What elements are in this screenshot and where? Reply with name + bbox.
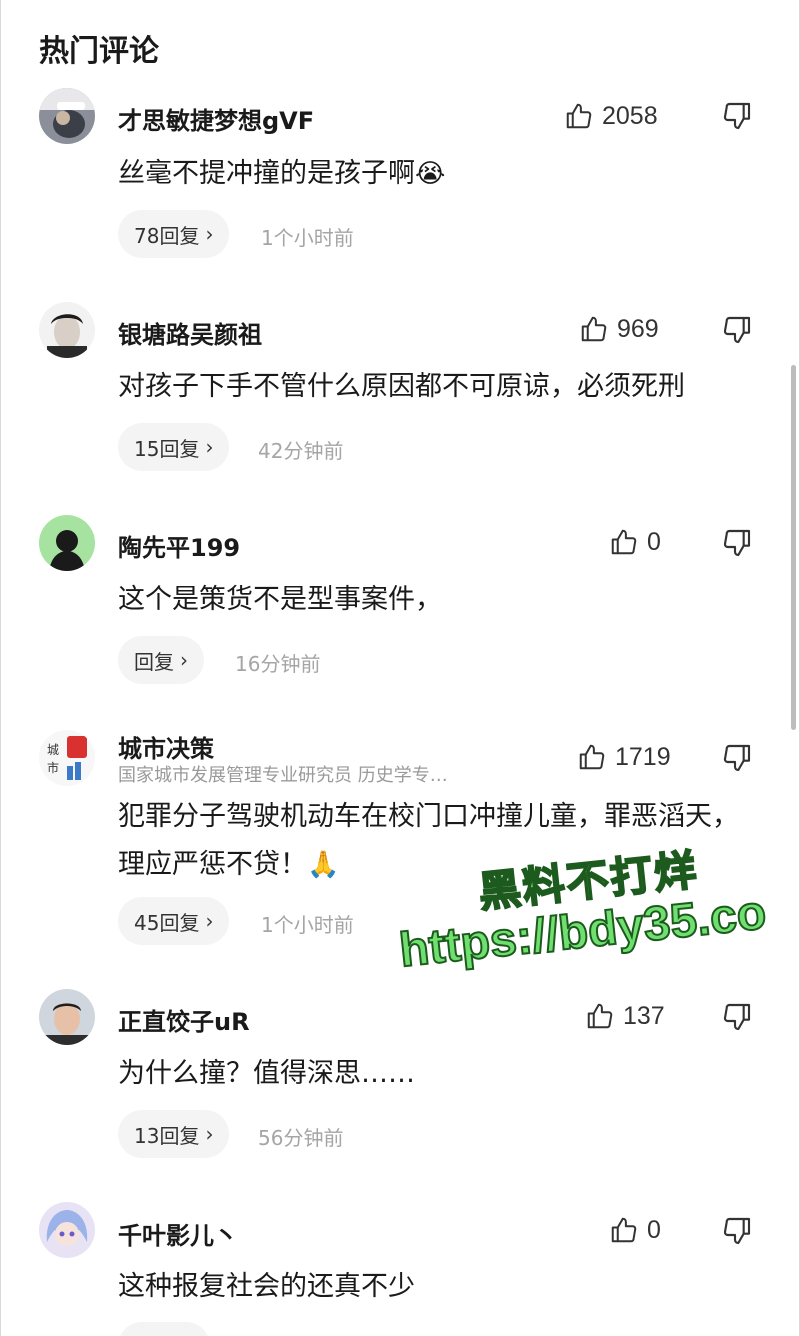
comments-page: 热门评论 才思敏捷梦想gVF 2058 丝毫不提冲撞的是孩子啊😭 78回复 › 1…	[0, 0, 800, 1336]
thumbs-up-icon	[581, 316, 607, 342]
reply-button[interactable]: 45回复 ›	[118, 897, 230, 945]
timestamp: 1个小时前	[261, 913, 354, 937]
thumbs-up-icon	[566, 103, 592, 129]
like-count: 1719	[615, 742, 671, 771]
username[interactable]: 陶先平199	[118, 528, 240, 563]
chevron-right-icon: ›	[180, 648, 188, 672]
chevron-right-icon: ›	[205, 435, 214, 459]
like-button[interactable]: 969	[579, 314, 659, 344]
comment-text: 为什么撞？值得深思……	[118, 1058, 415, 1089]
avatar[interactable]	[39, 989, 95, 1045]
svg-text:城: 城	[47, 743, 59, 757]
timestamp: 16分钟前	[235, 652, 321, 676]
like-button[interactable]: 0	[609, 527, 661, 557]
like-count: 0	[647, 527, 661, 556]
timestamp: 56分钟前	[258, 1126, 344, 1150]
chevron-right-icon: ›	[205, 222, 214, 246]
avatar[interactable]	[39, 88, 95, 144]
avatar[interactable]	[39, 515, 95, 571]
thumbs-up-icon	[579, 744, 605, 770]
comment-text: 对孩子下手不管什么原因都不可原谅，必须死刑	[118, 371, 685, 402]
dislike-button[interactable]	[721, 1001, 753, 1033]
praying-hands-emoji-icon: 🙏	[307, 850, 340, 880]
thumbs-down-icon	[723, 1003, 751, 1031]
comment-text: 这个是策货不是型事案件，	[118, 584, 442, 615]
like-button[interactable]: 1719	[577, 742, 671, 772]
like-count: 137	[623, 1001, 665, 1030]
thumbs-down-icon	[723, 102, 751, 130]
username[interactable]: 城市决策	[118, 729, 214, 764]
crying-emoji-icon: 😭	[415, 159, 446, 189]
avatar[interactable]	[39, 302, 95, 358]
thumbs-down-icon	[723, 529, 751, 557]
username[interactable]: 正直饺子uR	[118, 1002, 250, 1037]
timestamp: 1个小时前	[261, 226, 354, 250]
timestamp: 42分钟前	[258, 439, 344, 463]
like-count: 0	[647, 1215, 661, 1244]
page-title: 热门评论	[39, 34, 159, 69]
like-button[interactable]: 2058	[564, 101, 658, 131]
like-button[interactable]: 137	[585, 1001, 665, 1031]
comment-text: 丝毫不提冲撞的是孩子啊😭	[118, 158, 446, 189]
thumbs-up-icon	[611, 1217, 637, 1243]
reply-button[interactable]: 78回复 ›	[118, 210, 230, 258]
svg-text:市: 市	[47, 760, 59, 775]
thumbs-down-icon	[723, 316, 751, 344]
thumbs-down-icon	[723, 1217, 751, 1245]
username[interactable]: 银塘路吴颜祖	[118, 315, 262, 350]
reply-button[interactable]: 13回复 ›	[118, 1110, 230, 1158]
thumbs-up-icon	[611, 529, 637, 555]
avatar[interactable]: 城市	[39, 730, 95, 786]
like-count: 2058	[602, 101, 658, 130]
dislike-button[interactable]	[721, 314, 753, 346]
reply-button[interactable]: 回复 ›	[118, 636, 204, 684]
username[interactable]: 千叶影儿丶	[118, 1216, 238, 1251]
comment-text: 这种报复社会的还真不少	[118, 1271, 415, 1302]
username[interactable]: 才思敏捷梦想gVF	[118, 101, 314, 136]
thumbs-down-icon	[723, 744, 751, 772]
like-count: 969	[617, 314, 659, 343]
dislike-button[interactable]	[721, 742, 753, 774]
chevron-right-icon: ›	[205, 1122, 214, 1146]
avatar[interactable]	[39, 1202, 95, 1258]
chevron-right-icon: ›	[205, 909, 214, 933]
thumbs-up-icon	[587, 1003, 613, 1029]
scrollbar[interactable]	[791, 365, 796, 730]
dislike-button[interactable]	[721, 527, 753, 559]
dislike-button[interactable]	[721, 100, 753, 132]
reply-button[interactable]	[118, 1322, 210, 1336]
dislike-button[interactable]	[721, 1215, 753, 1247]
like-button[interactable]: 0	[609, 1215, 661, 1245]
reply-button[interactable]: 15回复 ›	[118, 423, 230, 471]
user-description: 国家城市发展管理专业研究员 历史学专…	[118, 765, 448, 786]
